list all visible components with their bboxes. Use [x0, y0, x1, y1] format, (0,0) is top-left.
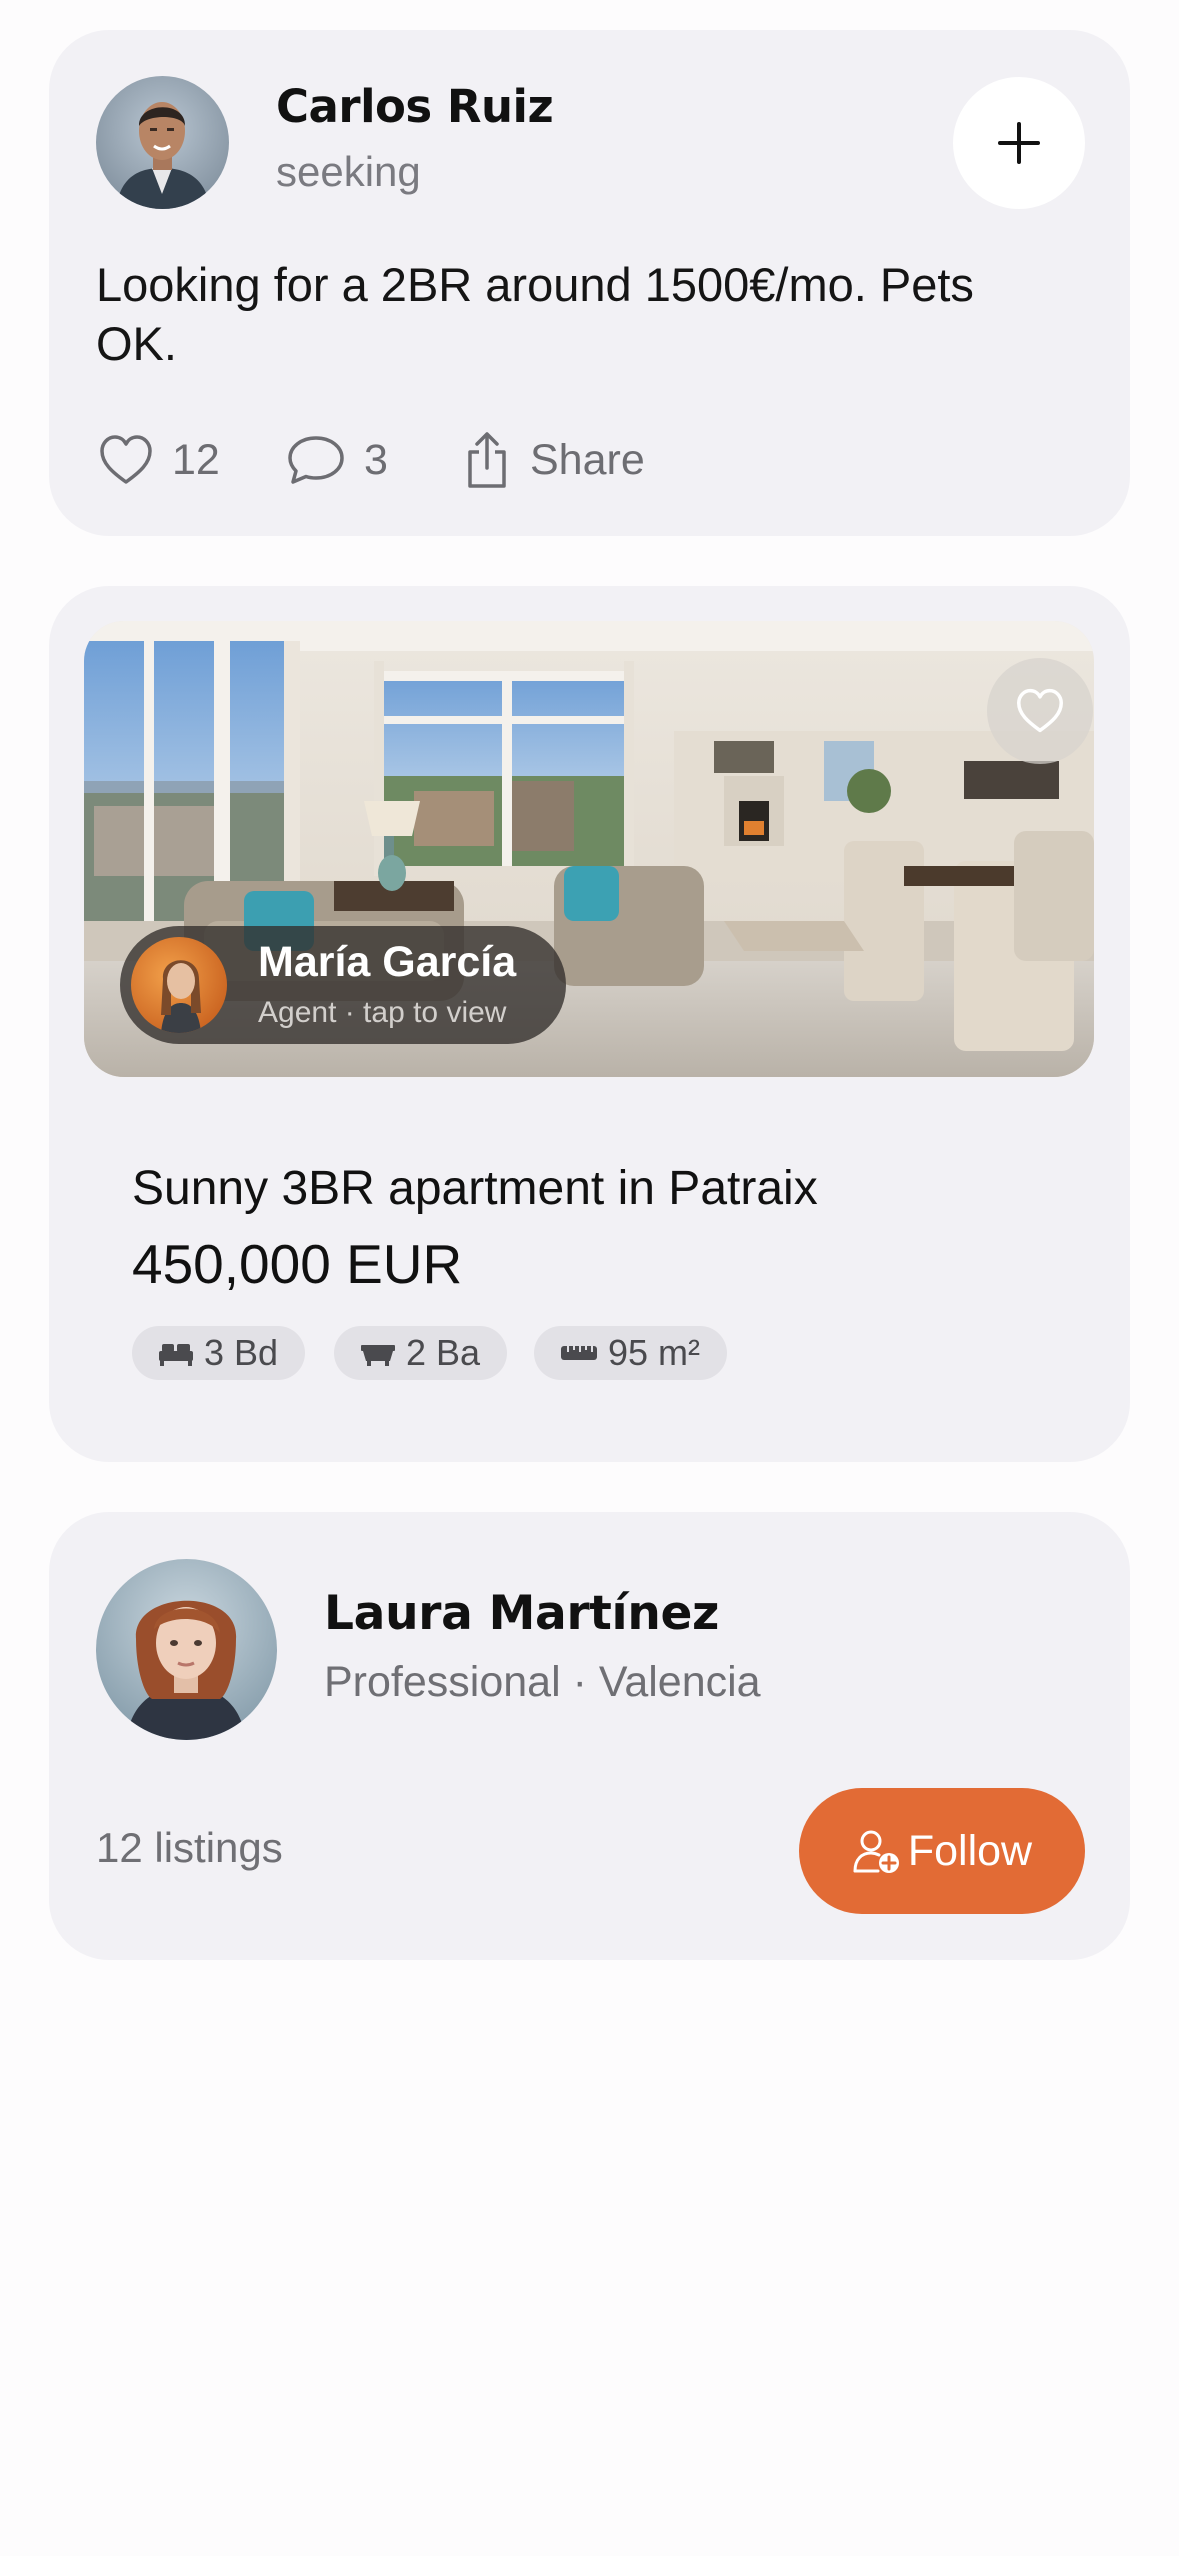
agent-subtitle: Agent · tap to view	[258, 996, 507, 1029]
share-icon	[468, 432, 506, 488]
bathrooms-label: 2 Ba	[406, 1332, 481, 1373]
listing-price: 450,000 EUR	[132, 1233, 463, 1295]
agent-name: María García	[258, 938, 517, 986]
listing-photo[interactable]: María García Agent · tap to view	[84, 621, 1094, 1077]
post-author-status: seeking	[276, 148, 421, 195]
bedrooms-chip: 3 Bd	[132, 1326, 306, 1380]
avatar[interactable]	[96, 1559, 277, 1740]
share-button[interactable]: Share	[462, 425, 645, 495]
comment-count: 3	[364, 435, 388, 484]
post-text: Looking for a 2BR around 1500€/mo. Pets …	[96, 258, 974, 370]
area-label: 95 m²	[608, 1332, 701, 1373]
agent-pill[interactable]: María García Agent · tap to view	[120, 926, 566, 1044]
bathrooms-chip: 2 Ba	[334, 1326, 508, 1380]
listing-card[interactable]: María García Agent · tap to view Sunny 3…	[49, 586, 1130, 1462]
profile-name[interactable]: Laura Martínez	[324, 1586, 719, 1641]
share-label: Share	[530, 435, 645, 484]
add-button[interactable]	[953, 77, 1085, 209]
bathtub-icon	[361, 1345, 395, 1366]
favorite-button[interactable]	[987, 658, 1093, 764]
add-user-icon	[853, 1830, 899, 1873]
profile-card: Laura Martínez Professional · Valencia 1…	[49, 1512, 1130, 1960]
plus-icon	[998, 122, 1040, 164]
ruler-icon	[561, 1346, 597, 1360]
follow-button[interactable]: Follow	[799, 1788, 1085, 1914]
post-card: Carlos Ruiz seeking Looking for a 2BR ar…	[49, 30, 1130, 536]
heart-icon	[1017, 688, 1063, 733]
like-button[interactable]: 12	[98, 425, 220, 495]
listings-count[interactable]: 12 listings	[96, 1824, 283, 1872]
area-chip: 95 m²	[534, 1326, 728, 1380]
avatar[interactable]	[96, 76, 229, 209]
follow-label: Follow	[907, 1826, 1033, 1875]
comment-icon	[288, 436, 344, 484]
listing-title[interactable]: Sunny 3BR apartment in Patraix	[132, 1161, 818, 1216]
post-author-name[interactable]: Carlos Ruiz	[276, 80, 554, 133]
like-count: 12	[172, 435, 220, 484]
profile-meta: Professional · Valencia	[324, 1658, 761, 1706]
comment-button[interactable]: 3	[286, 425, 388, 495]
bedrooms-label: 3 Bd	[204, 1332, 279, 1373]
heart-icon	[100, 435, 152, 484]
agent-avatar	[131, 937, 227, 1033]
bed-icon	[159, 1344, 193, 1366]
